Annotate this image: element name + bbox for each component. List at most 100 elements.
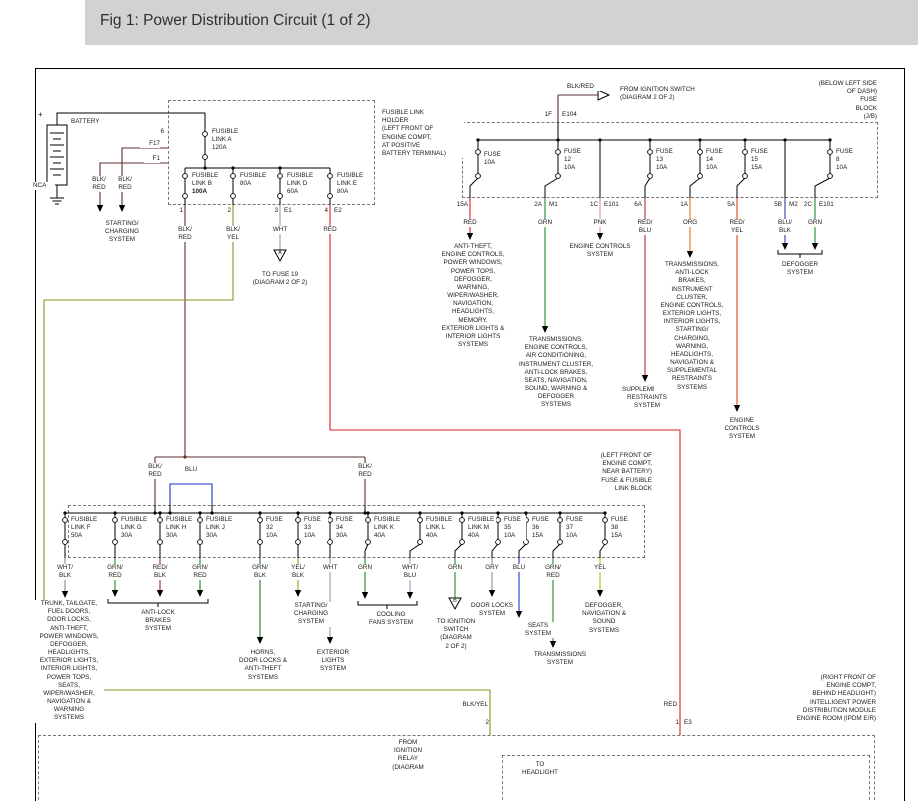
jb-pin-6a: 6A <box>628 201 642 209</box>
jb-location-note: (BELOW LEFT SIDE OF DASH) FUSE BLOCK (J/… <box>789 80 877 121</box>
fuse-label-link-c: FUSIBLE80A <box>240 172 272 188</box>
jb-pin-1a: 1A <box>674 201 688 209</box>
system-label-seats: SEATS SYSTEM <box>517 622 559 638</box>
system-label-engine-controls-2: ENGINE CONTROLS SYSTEM <box>716 417 768 442</box>
wire-label-red-1: RED <box>318 226 342 234</box>
to-fuse-19-label: TO FUSE 19 (DIAGRAM 2 OF 2) <box>247 271 313 287</box>
jb-pin-2a: 2A <box>528 201 542 209</box>
wire-label-grn-3: GRN <box>353 564 377 572</box>
wire-label-blu: BLU <box>507 564 531 572</box>
wire-label-whtblu: WHT/ BLU <box>397 564 423 580</box>
wire-label-blkred-5: BLK/ RED <box>352 463 378 479</box>
mid-feed-wires <box>155 457 365 505</box>
fuse-label-33: FUSE 3310A <box>304 516 328 541</box>
system-label-transmissions-3: TRANSMISSIONS SYSTEM <box>527 651 593 667</box>
fuse-label-38: FUSE 3815A <box>611 516 635 541</box>
holder-location-note: FUSIBLE LINK HOLDER (LEFT FRONT OF ENGIN… <box>382 109 464 158</box>
holder-conn-e2: E2 <box>334 207 350 215</box>
system-label-starting-charging-2: STARTING/ CHARGING SYSTEM <box>285 602 337 627</box>
ipdm-pin-2: 2 <box>481 719 489 727</box>
system-label-transmissions-2: TRANSMISSIONS, ANTI-LOCK BRAKES, INSTRUM… <box>654 261 730 392</box>
fuse-label-35: FUSE 3510A <box>504 516 526 541</box>
fuse-label-link-f: FUSIBLE LINK F50A <box>71 516 101 541</box>
fuse-label-jb-13: FUSE 1310A <box>656 148 682 173</box>
wire-label-blkyel-1: BLK/ YEL <box>220 226 246 242</box>
jb-pin-2c: 2C <box>798 201 812 209</box>
holder-pin-6: 6 <box>144 128 164 136</box>
jb-conn-e101-a: E101 <box>604 201 626 209</box>
fuse-label-jb-12: FUSE 1210A <box>564 148 590 173</box>
system-label-door-locks: DOOR LOCKS SYSTEM <box>468 602 516 618</box>
wire-label-blkred-4: BLK/ RED <box>142 463 168 479</box>
fuse-label-link-g: FUSIBLE LINK G30A <box>121 516 151 541</box>
fuse-label-link-j: FUSIBLE LINK J30A <box>206 516 236 541</box>
holder-pin-3: 3 <box>267 207 278 215</box>
holder-conn-e1: E1 <box>284 207 298 215</box>
fuse-label-jb-15: FUSE 1515A <box>751 148 777 173</box>
system-label-exterior-lights: EXTERIOR LIGHTS SYSTEM <box>309 649 357 674</box>
wire-label-gry: GRY <box>480 564 504 572</box>
system-label-defogger-2: DEFOGGER, NAVIGATION & SOUND SYSTEMS <box>575 602 633 635</box>
system-label-antitheft: ANTI-THEFT, ENGINE CONTROLS, POWER WINDO… <box>435 243 511 349</box>
wire-label-blkred-3: BLK/ RED <box>172 226 198 242</box>
mid-feed-junction-dot <box>183 455 186 458</box>
wire-label-grnred-1: GRN/ RED <box>102 564 128 580</box>
wire-label-grnblk: GRN/ BLK <box>247 564 273 580</box>
wire-label-redblk: RED/ BLK <box>147 564 173 580</box>
wire-label-wht-2: WHT <box>318 564 342 572</box>
wire-label-yel: YEL <box>588 564 612 572</box>
system-label-trunk: TRUNK, TAILGATE, FUEL DOORS, DOOR LOCKS,… <box>34 600 104 723</box>
wire-label-grn-1: GRN <box>533 219 557 227</box>
jb-pin-1f: 1F <box>540 111 552 119</box>
fuse-label-37: FUSE 3710A <box>566 516 588 541</box>
holder-pin-2: 2 <box>220 207 231 215</box>
fuse-label-jb-14: FUSE 1410A <box>706 148 732 173</box>
jb-pin-1c: 1C <box>584 201 598 209</box>
wire-label-org: ORG <box>678 219 702 227</box>
system-label-defogger-1: DEFOGGER SYSTEM <box>772 261 828 277</box>
system-label-transmissions-1: TRANSMISSIONS, ENGINE CONTROLS, AIR COND… <box>513 336 599 410</box>
wire-label-redyel: RED/ YEL <box>724 219 750 235</box>
system-label-to-ignition-switch: TO IGNITION SWITCH (DIAGRAM 2 OF 2) <box>433 618 479 651</box>
wire-label-blublk: BLU/ BLK <box>772 219 798 235</box>
fuse-label-link-h: FUSIBLE LINK H30A <box>166 516 196 541</box>
wire-label-grn-4: GRN <box>443 564 467 572</box>
from-ignition-relay-label: FROM IGNITION RELAY (DIAGRAM <box>382 739 434 772</box>
fuse-label-link-b: FUSIBLE LINK B100A <box>192 172 224 197</box>
fuse-label-link-k: FUSIBLE LINK K40A <box>374 516 404 541</box>
wire-label-wht-1: WHT <box>268 226 292 234</box>
fuse-label-link-m: FUSIBLE LINK M40A <box>468 516 496 541</box>
ipdm-pin-1: 1 <box>671 719 679 727</box>
jb-conn-m1: M1 <box>549 201 565 209</box>
holder-pin-4: 4 <box>317 207 328 215</box>
triangle-connector-a-letter: A <box>274 250 286 257</box>
from-ignition-switch-label: FROM IGNITION SWITCH (DIAGRAM 2 OF 2) <box>620 86 712 102</box>
system-label-cooling-fans: COOLING FANS SYSTEM <box>362 611 420 627</box>
triangle-connector-b-letter: B <box>449 598 461 605</box>
wire-label-pnk: PNK <box>588 219 612 227</box>
ipdm-location-note: (RIGHT FRONT OF ENGINE COMPT, BEHIND HEA… <box>792 674 876 723</box>
jb-pin-5b: 5B <box>768 201 782 209</box>
ipdm-conn-e3: E3 <box>684 719 698 727</box>
fuse-label-link-e: FUSIBLE LINK E80A <box>337 172 369 197</box>
battery-plus-sign: + <box>38 110 48 120</box>
fuse-label-link-d: FUSIBLE LINK D60A <box>287 172 319 197</box>
battery-label: BATTERY <box>71 118 111 126</box>
wire-label-blkred-1: BLK/ RED <box>86 176 112 192</box>
jb-pin-5a: 5A <box>721 201 735 209</box>
system-label-engine-controls-1: ENGINE CONTROLS SYSTEM <box>568 243 632 259</box>
system-label-starting-charging: STARTING/ CHARGING SYSTEM <box>92 220 152 245</box>
wire-label-grn-2: GRN <box>803 219 827 227</box>
wire-label-grnred-3: GRN/ RED <box>540 564 566 580</box>
system-label-horns: HORNS, DOOR LOCKS & ANTI-THEFT SYSTEMS <box>231 649 295 682</box>
wire-label-yelblk: YEL/ BLK <box>285 564 311 580</box>
wire-label-whtblk: WHT/ BLK <box>52 564 78 580</box>
fuse-label-link-a: FUSIBLE LINK A120A <box>212 128 244 153</box>
fuse-label-32: FUSE 3210A <box>266 516 290 541</box>
wire-label-red-2: RED <box>458 219 482 227</box>
wire-label-redblu: RED/ BLU <box>632 219 658 235</box>
system-label-abs: ANTI-LOCK BRAKES SYSTEM <box>132 609 184 634</box>
wire-label-blkred-top: BLK/RED <box>567 83 603 91</box>
wire-label-blu-bridge: BLU <box>180 466 202 474</box>
battery-nca-label: NCA <box>33 182 55 190</box>
